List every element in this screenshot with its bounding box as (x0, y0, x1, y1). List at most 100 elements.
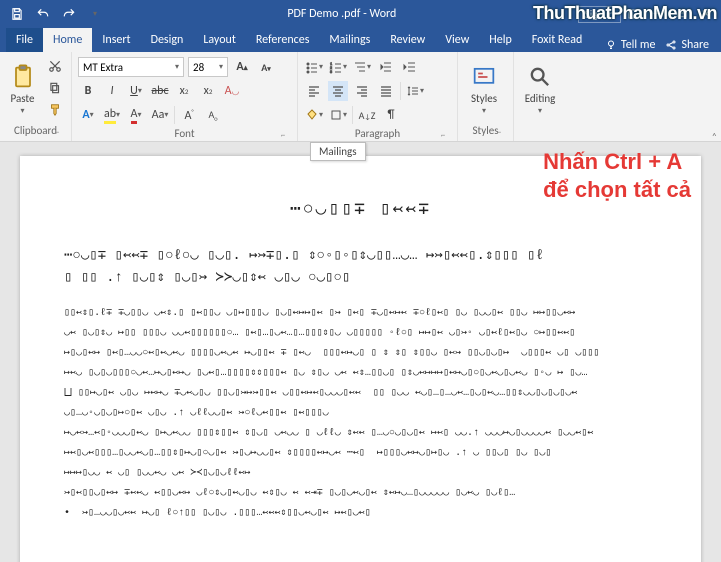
chevron-down-icon: ▾ (482, 106, 486, 116)
italic-icon[interactable]: I (102, 81, 122, 101)
group-editing: Editing ▾ (514, 52, 570, 141)
chevron-down-icon: ▾ (219, 62, 223, 72)
doc-line: ▯▯↢⇕▯.ℓ∓ ∓◡▯▯◡ ◡↢⇕.▯ ▯↢▯▯◡ ◡▯↦▯▯▯◡ ▯◡▯↢↦… (64, 306, 657, 322)
window-title: PDF Demo .pdf - Word (106, 7, 578, 21)
doc-line: ↦◡↢↣…↢▯◦◡◡◡▯↢◡ ▯↦◡↢◡◡ ▯▯▯⇕▯▯↢ ⇕▯◡▯ ◡↢◡◡ … (64, 426, 657, 442)
align-center-icon[interactable] (328, 81, 348, 101)
styles-dialog-launcher-icon[interactable]: ⌐ (493, 127, 505, 139)
editing-button[interactable]: Editing ▾ (520, 56, 560, 122)
font-color-icon[interactable]: A▾ (126, 105, 146, 125)
show-formatting-icon[interactable]: ¶ (381, 105, 401, 125)
tab-mailings[interactable]: Mailings (319, 28, 380, 52)
decrease-indent-icon[interactable] (376, 57, 396, 77)
doc-line: ↦↢◡ ▯◡▯◡▯▯▯○◡↢…↦◡▯↢↦◡ ▯◡↢▯…▯▯▯▯⇕⇕▯▯▯↢ ▯◡… (64, 366, 657, 382)
font-name-value: MT Extra (83, 61, 123, 74)
bold-icon[interactable]: B (78, 81, 98, 101)
chevron-down-icon: ▾ (20, 106, 24, 116)
justify-icon[interactable] (376, 81, 396, 101)
redo-icon[interactable] (58, 3, 80, 25)
group-font: MT Extra ▾ 28 ▾ A▴ A▾ B I U▾ abc x2 (72, 52, 298, 141)
clipboard-icon (9, 63, 37, 91)
doc-line: ↦↢▯◡↢▯▯▯…▯◡◡↢◡▯…▯▯⇕▯↦◡▯○◡▯↢ ↣▯◡↦◡◡▯↢ ⇕▯▯… (64, 446, 657, 462)
doc-line: ◡▯…◡◦◡▯◡▯↦○▯↢ ◡▯◡ .↑ ◡ℓℓ◡◡▯↢ ↣○ℓ◡↢▯▯↢ ▯↢… (64, 406, 657, 422)
paragraph-dialog-launcher-icon[interactable]: ⌐ (437, 130, 449, 142)
font-group-label: Font (174, 127, 194, 140)
share-button[interactable]: Share (665, 38, 709, 52)
share-icon (665, 39, 677, 51)
close-icon[interactable]: ✕ (695, 3, 717, 25)
paragraph-group-label: Paragraph (355, 127, 400, 140)
numbering-icon[interactable]: 123▾ (328, 57, 348, 77)
ribbon-display-options-icon[interactable] (623, 3, 645, 25)
shrink-font-icon[interactable]: A▾ (256, 57, 276, 77)
superscript-icon[interactable]: x2 (198, 81, 218, 101)
paste-button[interactable]: Paste ▾ (6, 56, 39, 122)
tab-view[interactable]: View (435, 28, 479, 52)
group-paragraph: ▾ 123▾ ▾ ▾ ▾ ▾ A (298, 52, 458, 141)
find-icon (526, 63, 554, 91)
paste-label: Paste (11, 93, 35, 104)
increase-indent-icon[interactable] (400, 57, 420, 77)
mailings-tooltip: Mailings (310, 142, 366, 161)
copy-icon[interactable] (45, 78, 65, 98)
document-page[interactable]: ⋯○◡▯▯∓ ▯↢↢∓ ⋯○◡▯∓ ▯↢↢∓ ▯○ℓ○◡ ▯◡▯. ↦↣∓▯.▯… (20, 156, 701, 562)
font-name-combo[interactable]: MT Extra ▾ (78, 57, 184, 77)
underline-icon[interactable]: U▾ (126, 81, 146, 101)
styles-label: Styles (471, 93, 497, 104)
qat-customize-icon[interactable]: ▾ (84, 3, 106, 25)
grow-font-icon[interactable]: A▴ (232, 57, 252, 77)
tab-references[interactable]: References (246, 28, 320, 52)
save-icon[interactable] (6, 3, 28, 25)
line-spacing-icon[interactable]: ▾ (405, 81, 425, 101)
tab-help[interactable]: Help (479, 28, 522, 52)
doc-line: ↣▯↢▯▯◡▯↢↦ ∓↢↢◡ ↢▯▯◡↢↦ ◡ℓ○⇕◡▯↢◡▯◡ ↢⇕▯◡ ↢ … (64, 486, 657, 502)
format-painter-icon[interactable] (45, 100, 65, 120)
doc-line: ↦↦↦▯◡◡ ↢ ◡▯ ▯◡◡↢◡ ◡↢ ≻≺▯◡▯◡ℓℓ↢↦ (64, 466, 657, 482)
undo-icon[interactable] (32, 3, 54, 25)
text-effects-icon[interactable]: A▾ (78, 105, 98, 125)
strikethrough-icon[interactable]: abc (150, 81, 170, 101)
chevron-down-icon: ▾ (538, 106, 542, 116)
character-shading-icon[interactable]: A° (179, 105, 199, 125)
subscript-icon[interactable]: x2 (174, 81, 194, 101)
clipboard-dialog-launcher-icon[interactable]: ⌐ (51, 127, 63, 139)
borders-icon[interactable]: ▾ (328, 105, 348, 125)
styles-button[interactable]: Styles ▾ (464, 56, 504, 122)
change-case-icon[interactable]: Aa▾ (150, 105, 170, 125)
tab-design[interactable]: Design (141, 28, 194, 52)
sort-icon[interactable]: A↓Z (357, 105, 377, 125)
share-label: Share (681, 38, 709, 52)
doc-line: ⨆ ▯▯↦◡▯↢ ◡▯◡ ↦↢↦◡ ∓◡↢◡▯◡ ▯▯◡▯↣↦↣▯▯↢ ◡▯▯↢… (64, 386, 657, 402)
tab-home[interactable]: Home (43, 28, 92, 52)
svg-text:3: 3 (330, 70, 332, 74)
tab-layout[interactable]: Layout (193, 28, 246, 52)
doc-line: ◡↢ ▯◡▯⇕◡ ↦▯▯ ▯▯▯◡ ◡◡↢▯▯▯▯▯▯○… ▯↢▯…▯◡↢…▯…… (64, 326, 657, 342)
font-dialog-launcher-icon[interactable]: ⌐ (277, 130, 289, 142)
clear-formatting-icon[interactable]: A◡ (222, 81, 242, 101)
styles-icon (470, 63, 498, 91)
tab-review[interactable]: Review (380, 28, 435, 52)
enclose-characters-icon[interactable]: A○ (203, 105, 223, 125)
shading-icon[interactable]: ▾ (304, 105, 324, 125)
tell-me-search[interactable]: Tell me (605, 38, 656, 52)
tab-file[interactable]: File (6, 28, 43, 52)
doc-line: • ↣▯…◡◡▯◡↢↢ ↦◡▯ ℓ○↑▯▯ ▯◡▯◡ .▯▯▯…↢↢↢⇕▯▯◡↢… (64, 506, 657, 522)
signin-button[interactable]: Sign in (578, 6, 621, 23)
doc-body: ▯▯↢⇕▯.ℓ∓ ∓◡▯▯◡ ◡↢⇕.▯ ▯↢▯▯◡ ◡▯↦▯▯▯◡ ▯◡▯↢↦… (64, 306, 657, 522)
tab-foxit[interactable]: Foxit Read (522, 28, 592, 52)
cut-icon[interactable] (45, 56, 65, 76)
highlight-icon[interactable]: ab▾ (102, 105, 122, 125)
group-styles: Styles ▾ Styles ⌐ (458, 52, 514, 141)
maximize-icon[interactable]: ▭ (671, 3, 693, 25)
font-size-combo[interactable]: 28 ▾ (188, 57, 228, 77)
tell-me-label: Tell me (621, 38, 656, 52)
multilevel-list-icon[interactable]: ▾ (352, 57, 372, 77)
bullets-icon[interactable]: ▾ (304, 57, 324, 77)
align-left-icon[interactable] (304, 81, 324, 101)
minimize-icon[interactable]: — (647, 3, 669, 25)
align-right-icon[interactable] (352, 81, 372, 101)
document-area[interactable]: Mailings Nhấn Ctrl + A để chọn tất cả ⋯○… (0, 142, 721, 562)
doc-subtitle: ⋯○◡▯∓ ▯↢↢∓ ▯○ℓ○◡ ▯◡▯. ↦↣∓▯.▯ ⇕○◦▯◦▯⇕◡▯▯…… (64, 245, 657, 290)
group-clipboard: Paste ▾ Clipboard ⌐ (0, 52, 72, 141)
tab-insert[interactable]: Insert (92, 28, 140, 52)
